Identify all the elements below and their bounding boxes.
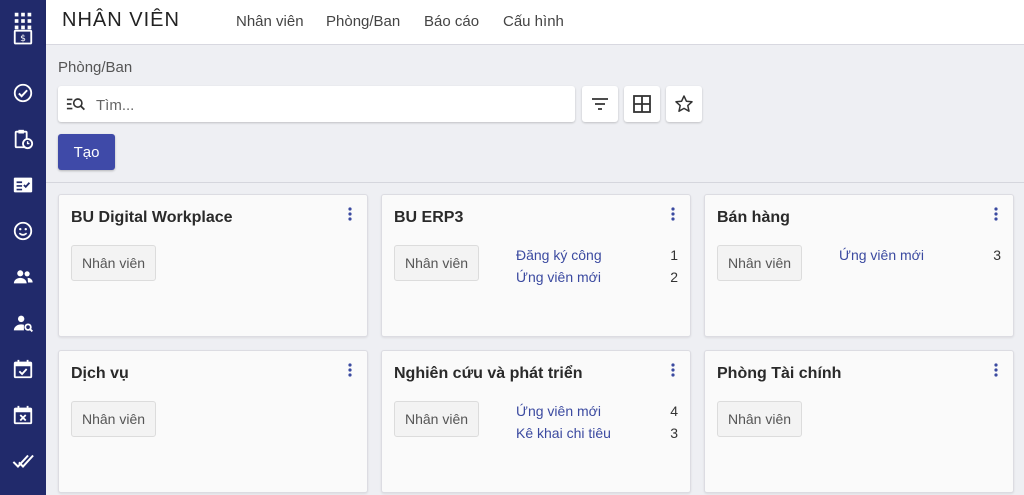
department-card[interactable]: Nghiên cứu và phát triển Nhân viên Ứng v… — [381, 350, 691, 493]
app-sidebar: $ — [0, 0, 46, 495]
payroll-icon[interactable]: $ — [0, 24, 46, 70]
app-title: NHÂN VIÊN — [62, 9, 180, 31]
stat-count: 1 — [670, 247, 678, 263]
search-box[interactable] — [58, 86, 575, 122]
kebab-menu-icon[interactable] — [670, 207, 676, 221]
department-card[interactable]: BU ERP3 Nhân viên Đăng ký công 1 Ứng viê… — [381, 194, 691, 337]
clipboard-clock-icon[interactable] — [0, 116, 46, 162]
card-title: BU Digital Workplace — [71, 209, 233, 226]
favorite-star-icon — [675, 95, 693, 112]
department-card[interactable]: BU Digital Workplace Nhân viên — [58, 194, 368, 337]
stat-count: 4 — [670, 403, 678, 419]
card-title: Nghiên cứu và phát triển — [394, 365, 583, 382]
employees-button[interactable]: Nhân viên — [717, 401, 803, 437]
search-input[interactable] — [94, 92, 568, 118]
top-navbar: NHÂN VIÊN Nhân viên Phòng/Ban Báo cáo Cấ… — [46, 0, 1024, 45]
smiley-icon[interactable] — [0, 208, 46, 254]
menu-bao-cao[interactable]: Báo cáo — [424, 13, 479, 30]
card-title: Phòng Tài chính — [717, 365, 842, 382]
card-title: Dịch vụ — [71, 365, 129, 382]
group-by-icon — [633, 95, 651, 113]
kebab-menu-icon[interactable] — [993, 363, 999, 377]
group-by-button[interactable] — [624, 86, 660, 122]
filter-button[interactable] — [582, 86, 618, 122]
employees-button[interactable]: Nhân viên — [394, 245, 480, 281]
department-card[interactable]: Bán hàng Nhân viên Ứng viên mới 3 — [704, 194, 1014, 337]
calendar-x-icon[interactable] — [0, 392, 46, 438]
employees-button[interactable]: Nhân viên — [717, 245, 803, 281]
employees-button[interactable]: Nhân viên — [394, 401, 480, 437]
people-icon[interactable] — [0, 254, 46, 300]
card-title: BU ERP3 — [394, 209, 464, 226]
department-card[interactable]: Dịch vụ Nhân viên — [58, 350, 368, 493]
calendar-check-icon[interactable] — [0, 346, 46, 392]
stat-count: 2 — [670, 269, 678, 285]
person-search-icon[interactable] — [0, 300, 46, 346]
create-button[interactable]: Tạo — [58, 134, 115, 170]
breadcrumb: Phòng/Ban — [58, 59, 133, 76]
kebab-menu-icon[interactable] — [347, 363, 353, 377]
stat-link[interactable]: Ứng viên mới — [516, 269, 601, 285]
double-check-icon[interactable] — [0, 438, 46, 484]
employees-button[interactable]: Nhân viên — [71, 245, 157, 281]
menu-nhan-vien[interactable]: Nhân viên — [236, 13, 304, 30]
svg-text:$: $ — [20, 33, 26, 44]
kebab-menu-icon[interactable] — [670, 363, 676, 377]
menu-cau-hinh[interactable]: Cấu hình — [503, 13, 564, 30]
stat-link[interactable]: Đăng ký công — [516, 247, 602, 263]
stat-count: 3 — [670, 425, 678, 441]
kebab-menu-icon[interactable] — [347, 207, 353, 221]
menu-phong-ban[interactable]: Phòng/Ban — [326, 13, 400, 30]
stat-link[interactable]: Kê khai chi tiêu — [516, 425, 611, 441]
checklist-icon[interactable] — [0, 162, 46, 208]
stat-count: 3 — [993, 247, 1001, 263]
filter-icon — [592, 98, 608, 110]
check-circle-icon[interactable] — [0, 70, 46, 116]
card-title: Bán hàng — [717, 209, 790, 226]
stat-link[interactable]: Ứng viên mới — [839, 247, 924, 263]
kebab-menu-icon[interactable] — [993, 207, 999, 221]
stat-link[interactable]: Ứng viên mới — [516, 403, 601, 419]
department-card[interactable]: Phòng Tài chính Nhân viên — [704, 350, 1014, 493]
favorite-button[interactable] — [666, 86, 702, 122]
search-icon — [66, 98, 86, 111]
control-panel: Phòng/Ban Tạo — [46, 45, 1024, 183]
employees-button[interactable]: Nhân viên — [71, 401, 157, 437]
